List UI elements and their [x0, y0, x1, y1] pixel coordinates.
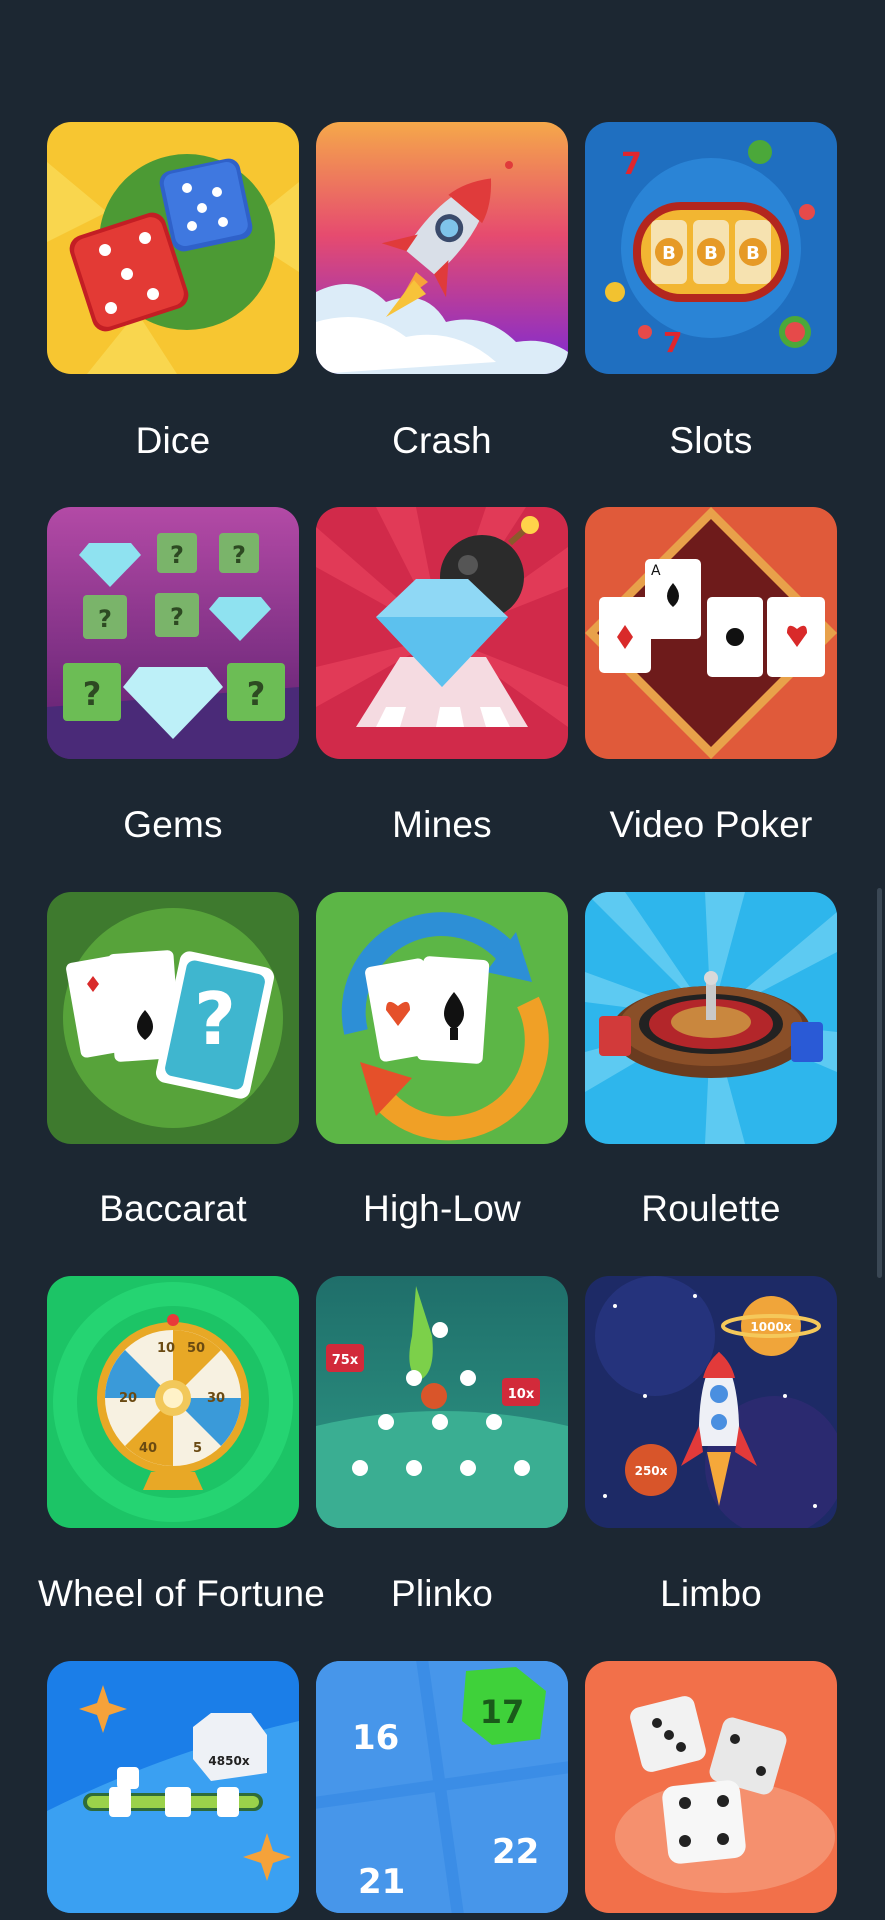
limbo-game-tile[interactable]: 1000x 250x: [585, 1276, 837, 1528]
svg-text:75x: 75x: [332, 1353, 359, 1368]
slots-game-tile[interactable]: B B B 7 7: [585, 122, 837, 374]
keno-tiles-icon: 16 17 21 22: [316, 1661, 568, 1913]
mines-label: Mines: [392, 804, 492, 845]
svg-text:?: ?: [232, 541, 246, 569]
dice-icon: [47, 122, 299, 374]
scrollbar[interactable]: [877, 888, 882, 1278]
gems-icon: ? ? ? ? ? ?: [47, 507, 299, 759]
dice-label: Dice: [135, 420, 211, 461]
svg-text:10: 10: [157, 1341, 175, 1356]
high-low-cards-icon: [316, 892, 568, 1144]
video-poker-game-tile[interactable]: A: [585, 507, 837, 759]
svg-text:?: ?: [98, 605, 112, 633]
baccarat-label: Baccarat: [99, 1188, 247, 1229]
svg-text:4850x: 4850x: [208, 1754, 249, 1768]
plinko-game-tile[interactable]: 75x 10x: [316, 1276, 568, 1528]
white-dice-icon: [585, 1661, 837, 1913]
wheel-of-fortune-game-tile[interactable]: 10 50 20 30 40 5: [47, 1276, 299, 1528]
svg-text:5: 5: [193, 1441, 202, 1456]
high-low-game-tile[interactable]: [316, 892, 568, 1144]
games-grid: Dice Crash B B B 7 7 Slots ? ? ? ? ? ? G…: [0, 0, 885, 1920]
svg-text:B: B: [746, 243, 760, 264]
crash-label: Crash: [392, 420, 492, 461]
dice-classic-game-tile[interactable]: [585, 1661, 837, 1913]
baccarat-cards-icon: ?: [47, 892, 299, 1144]
svg-text:7: 7: [621, 147, 642, 182]
gems-game-tile[interactable]: ? ? ? ? ? ?: [47, 507, 299, 759]
svg-text:7: 7: [663, 326, 682, 359]
keno-game-tile[interactable]: 16 17 21 22: [316, 1661, 568, 1913]
svg-text:B: B: [662, 243, 676, 264]
plinko-label: Plinko: [391, 1573, 493, 1614]
baccarat-game-tile[interactable]: ?: [47, 892, 299, 1144]
svg-text:10x: 10x: [508, 1387, 535, 1402]
high-low-label: High-Low: [363, 1188, 521, 1229]
svg-text:?: ?: [194, 977, 236, 1061]
svg-text:1000x: 1000x: [750, 1320, 791, 1334]
svg-text:?: ?: [170, 541, 184, 569]
slider-game-tile[interactable]: 4850x: [47, 1661, 299, 1913]
svg-text:22: 22: [492, 1832, 539, 1872]
svg-text:A: A: [651, 563, 661, 579]
limbo-label: Limbo: [660, 1573, 762, 1614]
rocket-icon: [316, 122, 568, 374]
svg-text:?: ?: [170, 603, 184, 631]
limbo-rocket-icon: 1000x 250x: [585, 1276, 837, 1528]
slot-machine-icon: B B B 7 7: [585, 122, 837, 374]
gems-label: Gems: [123, 804, 223, 845]
dice-game-tile[interactable]: [47, 122, 299, 374]
svg-text:21: 21: [358, 1862, 405, 1902]
svg-text:16: 16: [352, 1718, 399, 1758]
fortune-wheel-icon: 10 50 20 30 40 5: [47, 1276, 299, 1528]
roulette-wheel-icon: [585, 892, 837, 1144]
video-poker-label: Video Poker: [609, 804, 813, 845]
mines-game-tile[interactable]: [316, 507, 568, 759]
playing-cards-icon: A: [585, 507, 837, 759]
crash-game-tile[interactable]: [316, 122, 568, 374]
svg-text:40: 40: [139, 1441, 157, 1456]
svg-text:?: ?: [247, 675, 266, 713]
svg-text:17: 17: [480, 1693, 525, 1731]
slider-multiplier-icon: 4850x: [47, 1661, 299, 1913]
svg-text:20: 20: [119, 1391, 137, 1406]
svg-text:?: ?: [83, 675, 102, 713]
svg-text:50: 50: [187, 1341, 205, 1356]
svg-text:250x: 250x: [635, 1464, 668, 1478]
svg-text:B: B: [704, 243, 718, 264]
slots-label: Slots: [669, 420, 753, 461]
svg-text:30: 30: [207, 1391, 225, 1406]
roulette-game-tile[interactable]: [585, 892, 837, 1144]
plinko-board-icon: 75x 10x: [316, 1276, 568, 1528]
roulette-label: Roulette: [641, 1188, 781, 1229]
mine-bomb-icon: [316, 507, 568, 759]
